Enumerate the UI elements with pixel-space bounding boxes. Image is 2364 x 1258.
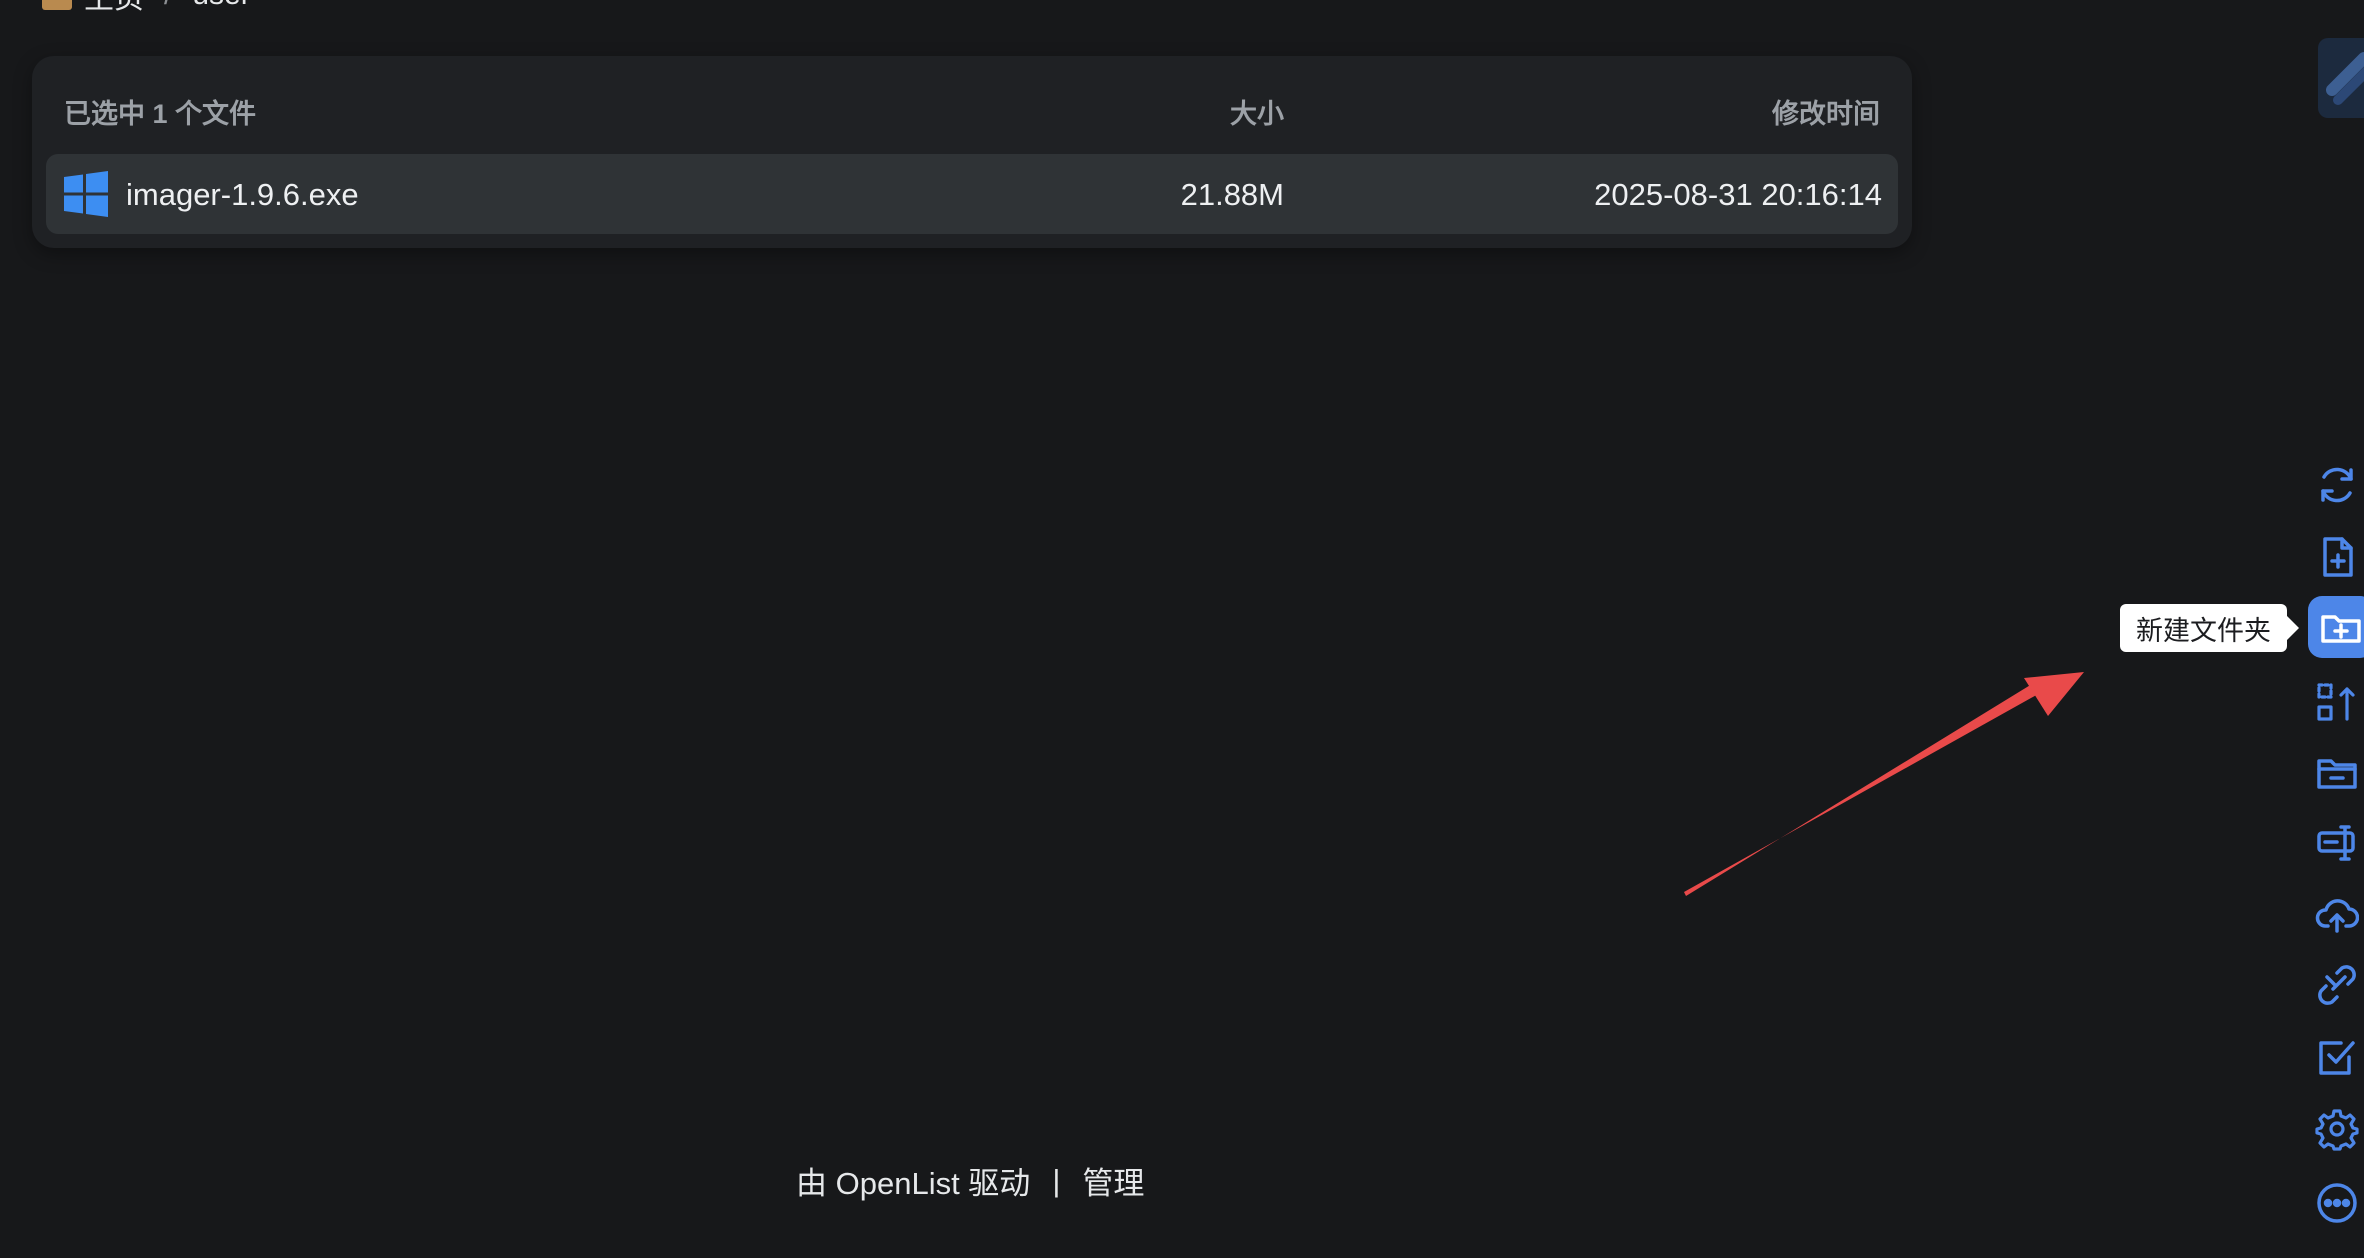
refresh-button[interactable]	[2310, 458, 2364, 512]
list-header: 已选中 1 个文件 大小 修改时间	[32, 56, 1912, 160]
file-name[interactable]: imager-1.9.6.exe	[126, 177, 359, 213]
powered-by-text[interactable]: 由 OpenList 驱动	[796, 1158, 1030, 1203]
tooltip-new-folder: 新建文件夹	[2120, 604, 2299, 652]
right-toolbar	[2306, 0, 2364, 1258]
folder-minus-icon	[2317, 759, 2357, 789]
move-button[interactable]	[2310, 676, 2364, 730]
gear-icon	[2315, 1109, 2359, 1151]
file-size: 21.88M	[1180, 177, 1284, 212]
new-folder-icon	[2321, 615, 2361, 643]
page: 主页 / user 已选中 1 个文件 大小 修改时间 imager-1.9.6…	[0, 0, 2364, 1258]
select-button[interactable]	[2310, 1030, 2364, 1084]
selection-count[interactable]: 已选中 1 个文件	[64, 92, 256, 131]
footer: 由 OpenList 驱动 | 管理	[796, 1158, 1144, 1203]
breadcrumb-separator: /	[164, 0, 172, 12]
new-file-icon	[2323, 537, 2353, 577]
new-folder-button[interactable]	[2308, 596, 2364, 658]
breadcrumb-current[interactable]: user	[192, 0, 250, 12]
delete-folder-button[interactable]	[2310, 746, 2364, 800]
more-icon	[2317, 1183, 2357, 1223]
file-list: 已选中 1 个文件 大小 修改时间 imager-1.9.6.exe 21.88…	[32, 56, 1912, 248]
link-button[interactable]	[2310, 958, 2364, 1012]
file-modified: 2025-08-31 20:16:14	[1594, 177, 1882, 212]
home-icon[interactable]	[42, 0, 72, 10]
checkbox-icon	[2319, 1041, 2355, 1075]
footer-separator: |	[1052, 1162, 1061, 1198]
column-header-modified[interactable]: 修改时间	[1772, 92, 1880, 131]
new-file-button[interactable]	[2310, 530, 2364, 584]
link-icon	[2318, 965, 2356, 1005]
upload-button[interactable]	[2310, 888, 2364, 942]
move-icon	[2317, 683, 2355, 721]
breadcrumb-home[interactable]: 主页	[84, 0, 144, 17]
windows-icon	[64, 171, 108, 217]
file-row[interactable]: imager-1.9.6.exe 21.88M 2025-08-31 20:16…	[46, 154, 1898, 234]
rename-icon	[2317, 825, 2355, 861]
refresh-icon	[2321, 467, 2353, 503]
column-header-size[interactable]: 大小	[1230, 92, 1284, 131]
upload-cloud-icon	[2315, 899, 2359, 933]
more-button[interactable]	[2310, 1176, 2364, 1230]
rename-button[interactable]	[2310, 816, 2364, 870]
admin-link[interactable]: 管理	[1082, 1158, 1144, 1203]
breadcrumb: 主页 / user	[42, 0, 251, 15]
settings-button[interactable]	[2310, 1102, 2364, 1156]
